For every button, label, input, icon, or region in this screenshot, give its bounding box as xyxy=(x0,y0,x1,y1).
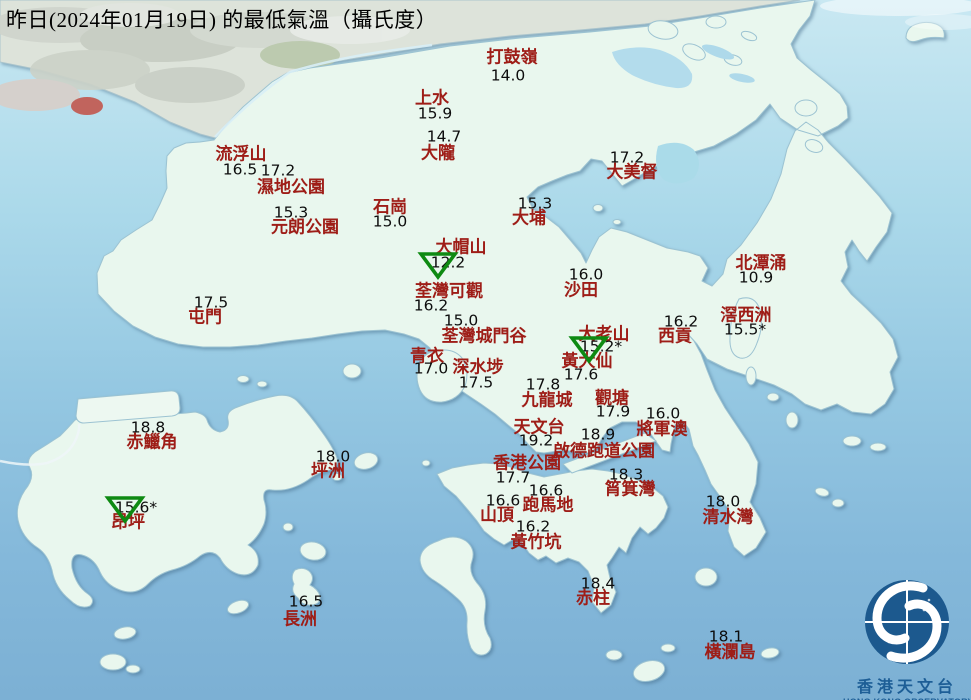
station-name: 濕地公園 xyxy=(257,177,325,197)
station-value: 16.2 xyxy=(663,312,699,331)
station-value: 15.9 xyxy=(417,104,453,123)
station-value: 17.7 xyxy=(495,468,531,487)
station-value: 17.8 xyxy=(525,375,561,394)
station-value: 16.0 xyxy=(645,404,681,423)
station-value: 17.5 xyxy=(193,293,229,312)
station-value: 17.6 xyxy=(563,365,599,384)
station-name: 九龍城 xyxy=(521,390,573,410)
station-value: 15.0 xyxy=(443,311,479,330)
map-title: 昨日(2024年01月19日) 的最低氣溫（攝氏度） xyxy=(6,8,438,32)
weather-map: 昨日(2024年01月19日) 的最低氣溫（攝氏度） 打鼓嶺 14.0 上水 15.9… xyxy=(0,0,971,700)
station-name: 打鼓嶺 xyxy=(486,47,538,67)
stations-layer: 打鼓嶺 14.0 上水 15.9 大隴 14.7 流浮山 16.5 濕地公園 17.2 大美督 17.… xyxy=(0,0,971,700)
station-value: 16.6 xyxy=(528,481,564,500)
minimum-marker-triangle-icon xyxy=(417,252,459,281)
station-name: 將軍澳 xyxy=(636,419,688,439)
minimum-marker-triangle-icon xyxy=(568,336,610,365)
station-value: 16.2 xyxy=(515,517,551,536)
station-value: 17.2 xyxy=(609,148,645,167)
station-value: 16.5 xyxy=(288,592,324,611)
station-value: 14.7 xyxy=(426,127,462,146)
hko-logo-icon xyxy=(865,580,949,664)
station-value: 10.9 xyxy=(738,268,774,287)
station-value: 18.0 xyxy=(705,492,741,511)
station-value: 16.0 xyxy=(568,265,604,284)
station-name: 荃灣城門谷 xyxy=(441,326,527,346)
minimum-marker-triangle-icon xyxy=(104,496,146,525)
station-name: 啟德跑道公園 xyxy=(553,441,655,461)
station-value: 16.6 xyxy=(485,491,521,510)
station-value: 15.5* xyxy=(723,320,767,339)
station-value: 15.3 xyxy=(273,203,309,222)
hko-logo: 香港天文台 HONG KONG OBSERVATORY xyxy=(843,576,971,700)
station-value: 18.8 xyxy=(130,418,166,437)
station-value: 17.2 xyxy=(260,161,296,180)
station-value: 18.3 xyxy=(608,465,644,484)
station-name: 長洲 xyxy=(283,609,317,629)
station-value: 18.1 xyxy=(708,627,744,646)
hko-logo-name-cn: 香港天文台 xyxy=(856,679,957,696)
station-value: 16.5 xyxy=(222,160,258,179)
station-value: 14.0 xyxy=(490,66,526,85)
station-name: 沙田 xyxy=(564,280,598,300)
station-name: 大隴 xyxy=(421,143,455,163)
station-name: 橫瀾島 xyxy=(704,642,756,662)
station-value: 18.0 xyxy=(315,447,351,466)
station-value: 17.9 xyxy=(595,402,631,421)
station-value: 18.4 xyxy=(580,574,616,593)
station-value: 17.0 xyxy=(413,359,449,378)
station-value: 15.3 xyxy=(517,194,553,213)
station-value: 18.9 xyxy=(580,425,616,444)
station-value: 17.5 xyxy=(458,373,494,392)
station-name: 清水灣 xyxy=(702,507,754,527)
station-value: 19.2 xyxy=(518,431,554,450)
station-value: 15.0 xyxy=(372,212,408,231)
station-name: 黃竹坑 xyxy=(510,532,562,552)
